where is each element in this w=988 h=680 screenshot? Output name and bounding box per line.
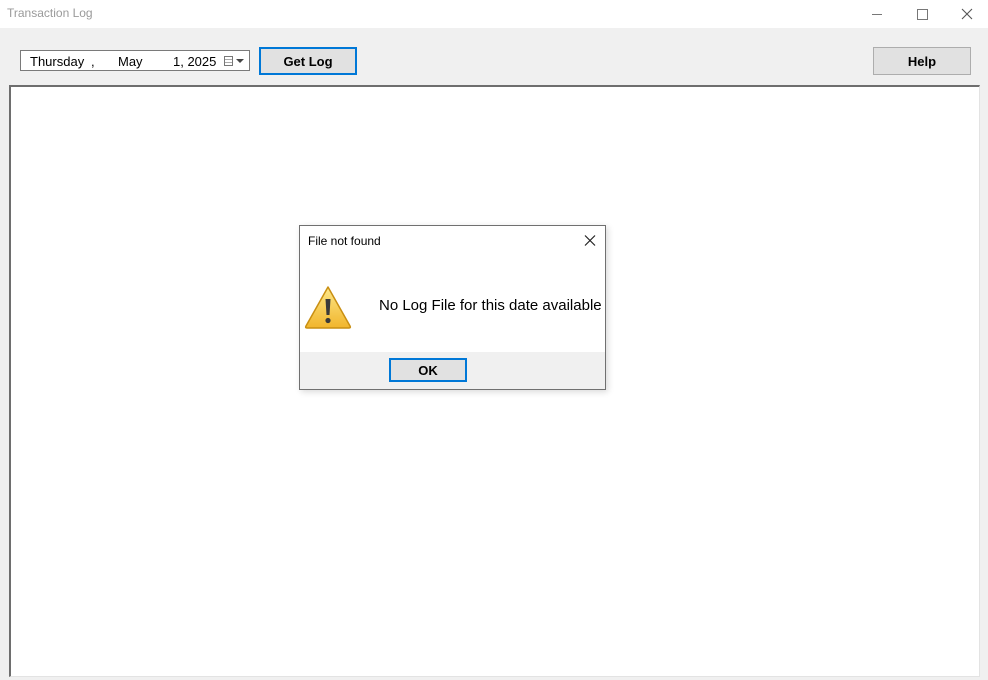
calendar-dropdown-button[interactable] — [224, 53, 246, 68]
ok-button[interactable]: OK — [389, 358, 467, 382]
dialog-button-bar: OK — [300, 352, 605, 389]
date-month[interactable]: May — [118, 54, 143, 69]
maximize-button[interactable] — [899, 0, 945, 28]
close-icon — [961, 8, 973, 20]
dialog-close-button[interactable] — [580, 232, 600, 250]
date-weekday[interactable]: Thursday — [30, 54, 84, 69]
get-log-button[interactable]: Get Log — [259, 47, 357, 75]
calendar-icon — [224, 55, 233, 66]
warning-icon — [304, 286, 352, 329]
chevron-down-icon — [236, 58, 244, 63]
title-bar: Transaction Log — [0, 0, 988, 28]
minimize-button[interactable] — [854, 0, 900, 28]
window-title: Transaction Log — [7, 6, 93, 20]
date-day-year[interactable]: 1, 2025 — [173, 54, 216, 69]
maximize-icon — [916, 8, 928, 20]
minimize-icon — [872, 13, 882, 15]
close-window-button[interactable] — [944, 0, 988, 28]
close-icon — [584, 235, 596, 246]
date-separator: , — [91, 54, 95, 69]
file-not-found-dialog: File not found No Log File for this date… — [299, 225, 606, 390]
date-picker[interactable]: Thursday , May 1, 2025 — [20, 50, 250, 71]
dialog-message: No Log File for this date available — [379, 297, 602, 314]
dialog-title: File not found — [308, 234, 381, 248]
help-button[interactable]: Help — [873, 47, 971, 75]
